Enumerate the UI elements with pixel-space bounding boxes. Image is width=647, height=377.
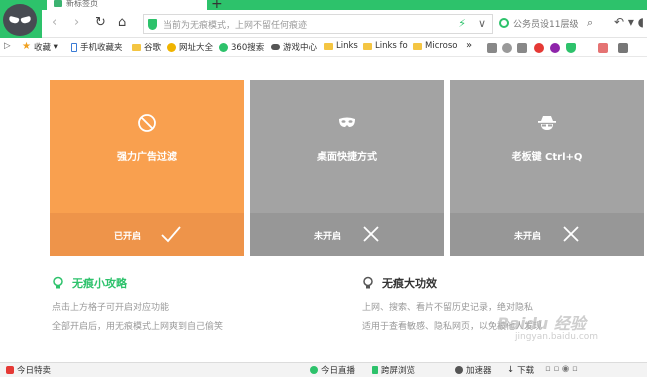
shield-icon [148, 19, 157, 30]
bookmark-hao360[interactable]: 网址大全 [167, 41, 213, 53]
bookmark-360search[interactable]: 360搜索 [219, 41, 264, 53]
address-dropdown-button[interactable]: ∨ [478, 17, 486, 30]
search-engine-icon[interactable] [499, 18, 509, 28]
baidu-jingyan-watermark: Baidu 经验 jingyan.baidu.com [497, 314, 599, 342]
bookmarks-more-button[interactable]: » [466, 40, 472, 51]
tips-guide-heading: 无痕小攻略 [72, 277, 127, 290]
back-button[interactable]: ‹ [52, 16, 57, 30]
navigation-bar: ‹ › ↻ ⌂ 当前为无痕模式，上网不留任何痕迹 ⚡ ∨ 公务员设11层级 ⌕ … [42, 10, 647, 38]
bookmark-mobile-favorites[interactable]: 手机收藏夹 [71, 41, 123, 53]
checkmark-icon [161, 226, 181, 243]
cross-icon [363, 226, 379, 242]
card-title: 强力广告过滤 [117, 152, 177, 163]
status-bar: 今日特卖 今日直播 跨屏浏览 加速器 ↓ 下载 ▫ ▫ ◉ ▫ [0, 362, 647, 377]
tab-favicon-icon [54, 0, 62, 7]
extension-grid-icon[interactable] [487, 43, 497, 53]
phone-icon [71, 42, 77, 52]
extension-purple-icon[interactable] [550, 43, 560, 53]
phone-icon [372, 366, 378, 374]
status-extra-icons[interactable]: ▫ ▫ ◉ ▫ [545, 364, 578, 374]
card-status: 已开启 [114, 232, 142, 242]
play-icon [310, 366, 318, 374]
extension-adblock-icon[interactable] [534, 43, 544, 53]
tips-benefits-heading: 无痕大功效 [382, 277, 437, 290]
bookmark-google[interactable]: 谷歌 [132, 41, 161, 53]
folder-icon [413, 42, 422, 50]
card-title: 老板键 Ctrl+Q [511, 152, 583, 163]
extension-scissors-icon[interactable] [517, 43, 527, 53]
search-box[interactable]: 公务员设11层级 ⌕ [497, 14, 597, 34]
tab-title: 新标签页 [66, 0, 98, 8]
card-boss-key[interactable]: 老板键 Ctrl+Q 未开启 [450, 80, 644, 256]
bookmark-microsoft[interactable]: Microso [413, 41, 458, 51]
mask-icon [339, 117, 355, 127]
tab-new-tab[interactable]: 新标签页 [47, 0, 207, 10]
lightbulb-icon [363, 276, 373, 289]
folder-icon [132, 43, 141, 51]
card-title: 桌面快捷方式 [317, 152, 377, 163]
tips-guide-line: 全部开启后，用无痕模式上网爽到自己偷笑 [52, 322, 224, 332]
status-cross-screen[interactable]: 跨屏浏览 [372, 364, 415, 376]
cross-icon [563, 226, 579, 242]
speed-icon [455, 366, 463, 374]
lightning-icon[interactable]: ⚡ [458, 17, 466, 30]
home-button[interactable]: ⌂ [118, 16, 126, 30]
extension-font-icon[interactable] [598, 43, 608, 53]
tips-guide-line: 点击上方格子可开启对应功能 [52, 303, 170, 313]
card-status: 未开启 [514, 232, 542, 242]
360-icon [219, 42, 228, 52]
cart-icon [6, 366, 14, 374]
status-live[interactable]: 今日直播 [310, 364, 355, 376]
extension-tools-icon[interactable] [618, 43, 628, 53]
tab-strip: 新标签页 + [0, 0, 647, 11]
lightbulb-icon [53, 276, 63, 289]
hao360-icon [167, 42, 176, 52]
toolbar-right-controls[interactable]: ↶ ▾ ◖ [614, 15, 644, 29]
bookmarks-bar: ▷ ★ 收藏 ▾ 手机收藏夹 谷歌 网址大全 360搜索 游戏中心 Links L… [0, 38, 647, 57]
card-desktop-shortcut[interactable]: 桌面快捷方式 未开启 [250, 80, 444, 256]
address-placeholder: 当前为无痕模式，上网不留任何痕迹 [163, 21, 308, 31]
block-icon [138, 114, 156, 132]
bookmark-links[interactable]: Links [324, 41, 358, 51]
incognito-mask-icon [3, 4, 37, 36]
folder-icon [363, 42, 372, 50]
search-icon[interactable]: ⌕ [587, 16, 593, 30]
card-status: 未开启 [314, 232, 342, 242]
card-ad-filter[interactable]: 强力广告过滤 已开启 [50, 80, 244, 256]
tips-guide: 无痕小攻略 点击上方格子可开启对应功能 全部开启后，用无痕模式上网爽到自己偷笑 [52, 275, 223, 332]
bookmark-links-for[interactable]: Links fo [363, 41, 408, 51]
extension-translate-icon[interactable] [502, 43, 512, 53]
gamepad-icon [271, 44, 280, 50]
status-accelerator[interactable]: 加速器 [455, 364, 492, 376]
bookmarks-toggle-icon[interactable]: ▷ [4, 41, 11, 51]
extension-shield-icon[interactable] [566, 43, 576, 53]
spy-icon [538, 116, 556, 130]
status-download[interactable]: ↓ 下载 [507, 364, 534, 376]
bookmark-game-center[interactable]: 游戏中心 [271, 41, 317, 53]
bookmark-favorites[interactable]: ★ 收藏 ▾ [22, 41, 58, 54]
forward-button[interactable]: › [74, 16, 79, 30]
status-today-deals[interactable]: 今日特卖 [6, 364, 51, 376]
star-icon: ★ [22, 41, 31, 52]
download-icon: ↓ [507, 365, 515, 375]
address-bar[interactable]: 当前为无痕模式，上网不留任何痕迹 ⚡ ∨ [143, 14, 493, 34]
reload-button[interactable]: ↻ [95, 16, 106, 30]
incognito-logo[interactable] [0, 0, 42, 38]
search-suggestion: 公务员设11层级 [513, 20, 579, 30]
folder-icon [324, 42, 333, 50]
